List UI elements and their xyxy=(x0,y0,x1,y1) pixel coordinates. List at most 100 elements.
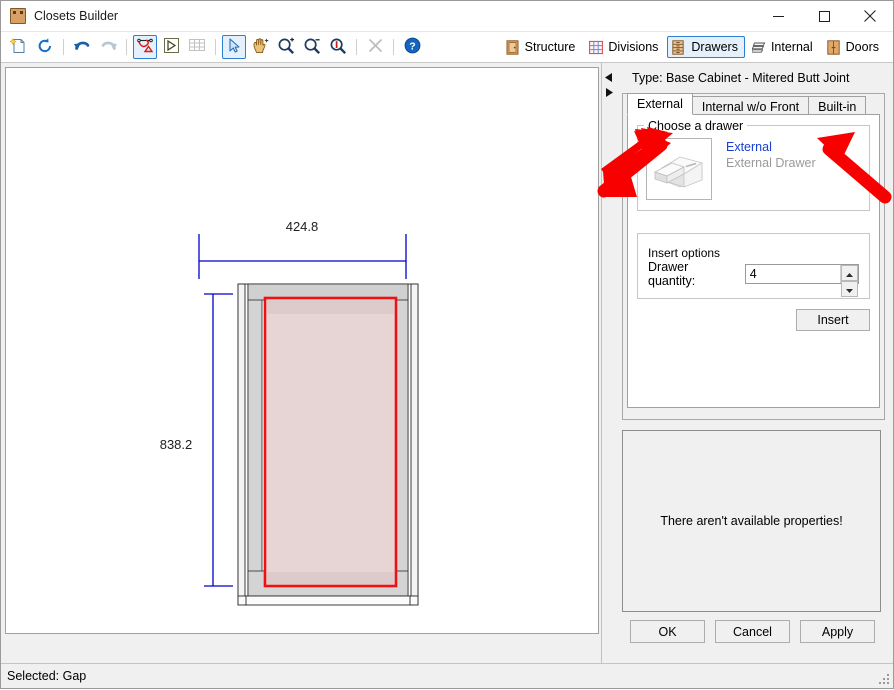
drawer-thumbnail[interactable] xyxy=(646,138,712,200)
drawer-quantity-value[interactable]: 4 xyxy=(746,265,840,283)
magnifier-fit-icon xyxy=(329,37,347,58)
choose-a-drawer-fieldset: Choose a drawer xyxy=(637,125,870,211)
insert-options-fieldset: Insert options Drawer quantity: 4 xyxy=(637,233,870,299)
internal-shelf-icon xyxy=(752,40,766,55)
new-document-button[interactable] xyxy=(7,35,31,59)
collapse-left-arrow-icon[interactable] xyxy=(605,71,613,85)
mode-tab-divisions[interactable]: Divisions xyxy=(584,36,665,58)
app-cabinet-icon xyxy=(10,8,26,24)
main-toolbar: ? Structure Divisions Drawe xyxy=(1,32,893,63)
window-title: Closets Builder xyxy=(34,9,755,23)
close-x-icon xyxy=(368,38,383,56)
mode-tab-doors[interactable]: Doors xyxy=(822,36,886,58)
minimize-button[interactable] xyxy=(755,1,801,31)
drawer-thumbnail-icon xyxy=(650,144,708,195)
ok-button[interactable]: OK xyxy=(630,620,705,643)
grid-table-icon xyxy=(188,37,206,57)
select-tool-button[interactable] xyxy=(222,35,246,59)
expand-right-arrow-icon[interactable] xyxy=(605,86,613,100)
height-dimension xyxy=(204,294,233,586)
tab-external-label: External xyxy=(637,97,683,111)
cancel-button[interactable]: Cancel xyxy=(715,620,790,643)
refresh-icon xyxy=(36,37,54,58)
close-button[interactable] xyxy=(847,1,893,31)
help-button[interactable]: ? xyxy=(400,35,424,59)
toolbar-separator xyxy=(393,39,394,55)
zoom-in-button[interactable] xyxy=(274,35,298,59)
shape-edit-icon xyxy=(136,37,154,58)
quantity-increment-button[interactable] xyxy=(841,265,858,281)
apply-button-label: Apply xyxy=(822,625,853,639)
mode-tab-drawers-label: Drawers xyxy=(691,40,738,54)
cabinet-drawing-svg: 424.8 838.2 xyxy=(6,68,598,633)
delete-button[interactable] xyxy=(363,35,387,59)
drawer-group-box: External Internal w/o Front Built-in Cho… xyxy=(622,93,885,420)
cursor-arrow-icon xyxy=(226,37,242,57)
drawer-quantity-stepper[interactable]: 4 xyxy=(745,264,859,284)
cancel-button-label: Cancel xyxy=(733,625,772,639)
mode-tab-internal-label: Internal xyxy=(771,40,813,54)
drawer-item-description: External Drawer xyxy=(726,156,816,170)
status-text: Selected: Gap xyxy=(7,669,86,683)
choose-a-drawer-legend: Choose a drawer xyxy=(644,119,747,133)
mode-tab-internal[interactable]: Internal xyxy=(747,36,820,58)
apply-button[interactable]: Apply xyxy=(800,620,875,643)
pan-tool-button[interactable] xyxy=(248,35,272,59)
width-dimension xyxy=(199,234,406,279)
panel-splitter[interactable] xyxy=(601,63,616,663)
maximize-button[interactable] xyxy=(801,1,847,31)
toolbar-separator xyxy=(215,39,216,55)
cabinet-drawing-canvas[interactable]: 424.8 838.2 xyxy=(5,67,599,634)
window-controls xyxy=(755,1,893,31)
question-help-icon: ? xyxy=(404,37,421,57)
undo-button[interactable] xyxy=(70,35,94,59)
status-bar: Selected: Gap xyxy=(1,663,893,688)
next-view-button[interactable] xyxy=(159,35,183,59)
quantity-decrement-button[interactable] xyxy=(841,281,858,297)
body-area: 424.8 838.2 Type: Base Cabinet - Mitered… xyxy=(1,63,893,663)
properties-panel: There aren't available properties! xyxy=(622,430,881,612)
toolbar-separator xyxy=(63,39,64,55)
width-dimension-label: 424.8 xyxy=(286,219,319,234)
tab-external[interactable]: External xyxy=(627,93,693,115)
grid-divisions-icon xyxy=(589,40,603,55)
magnifier-plus-icon xyxy=(277,37,295,58)
redo-button[interactable] xyxy=(96,35,120,59)
mode-tab-structure[interactable]: Structure xyxy=(501,36,583,58)
height-dimension-label: 838.2 xyxy=(160,437,193,452)
canvas-container: 424.8 838.2 xyxy=(1,63,601,663)
play-triangle-icon xyxy=(163,37,180,57)
redo-arrow-icon xyxy=(99,37,118,58)
mode-tab-divisions-label: Divisions xyxy=(608,40,658,54)
reload-button[interactable] xyxy=(33,35,57,59)
edit-shape-button[interactable] xyxy=(133,35,157,59)
insert-button-label: Insert xyxy=(817,313,848,327)
properties-empty-message: There aren't available properties! xyxy=(660,514,842,528)
ok-button-label: OK xyxy=(658,625,676,639)
drawer-tabstrip: External Internal w/o Front Built-in xyxy=(623,94,884,115)
resize-grip-icon[interactable] xyxy=(878,673,890,685)
right-panel: Type: Base Cabinet - Mitered Butt Joint … xyxy=(616,63,893,663)
undo-arrow-icon xyxy=(73,37,92,58)
grid-button[interactable] xyxy=(185,35,209,59)
tab-page-external: Choose a drawer xyxy=(627,114,880,408)
dialog-button-row: OK Cancel Apply xyxy=(618,612,881,651)
insert-options-legend: Insert options xyxy=(648,246,859,260)
title-bar: Closets Builder xyxy=(1,1,893,32)
zoom-out-button[interactable] xyxy=(300,35,324,59)
drawer-list-item[interactable]: External External Drawer xyxy=(646,126,861,200)
cabinet-door-icon xyxy=(506,40,520,55)
mode-tab-group: Structure Divisions Drawers Internal xyxy=(500,36,893,58)
drawer-item-name[interactable]: External xyxy=(726,140,816,154)
mode-tab-drawers[interactable]: Drawers xyxy=(667,36,745,58)
zoom-fit-button[interactable] xyxy=(326,35,350,59)
doors-icon xyxy=(827,40,841,55)
svg-text:?: ? xyxy=(409,40,415,52)
tab-internal-wo-front[interactable]: Internal w/o Front xyxy=(692,96,809,116)
tab-built-in[interactable]: Built-in xyxy=(808,96,866,116)
chevron-down-icon xyxy=(846,282,853,296)
insert-button[interactable]: Insert xyxy=(796,309,870,331)
mode-tab-doors-label: Doors xyxy=(846,40,879,54)
drawer-quantity-label: Drawer quantity: xyxy=(648,260,737,288)
mode-tab-structure-label: Structure xyxy=(525,40,576,54)
